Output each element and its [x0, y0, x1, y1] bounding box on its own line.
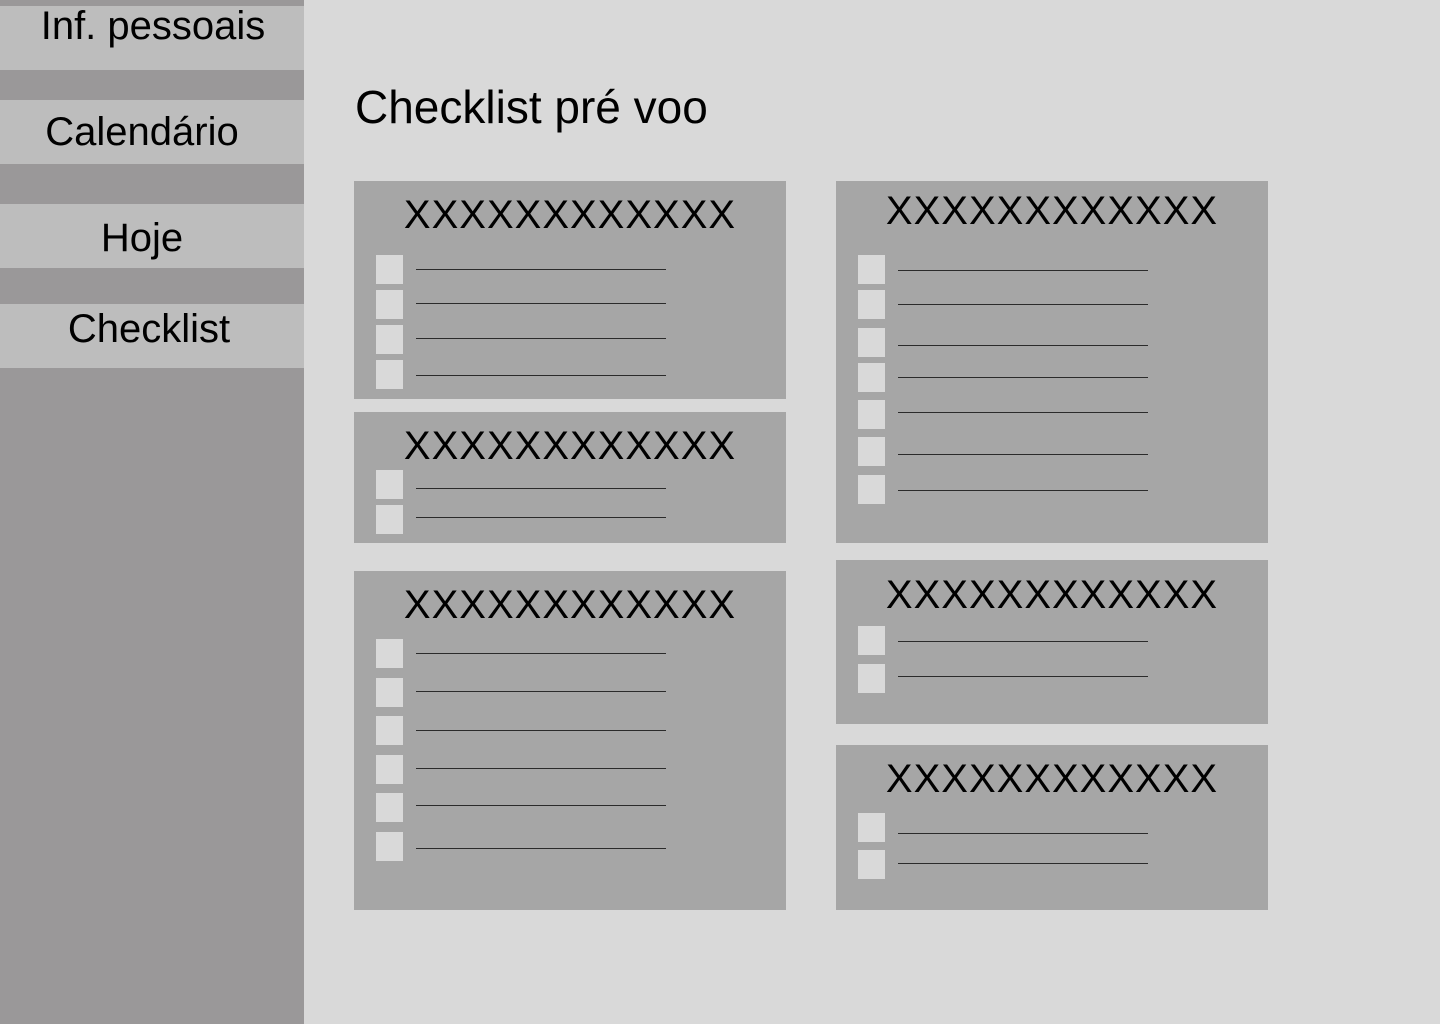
sidebar: Inf. pessoais Calendário Hoje Checklist — [0, 0, 304, 1024]
checklist-item-line — [898, 345, 1148, 346]
sidebar-item-label: Hoje — [100, 215, 184, 260]
checklist-item-line — [416, 848, 666, 849]
checklist-checkbox[interactable] — [376, 716, 403, 745]
checklist-item-line — [898, 412, 1148, 413]
checklist-checkbox[interactable] — [376, 470, 403, 499]
checklist-card: XXXXXXXXXXXX — [836, 181, 1268, 543]
checklist-item-line — [416, 269, 666, 270]
checklist-item-line — [416, 805, 666, 806]
checklist-item-line — [898, 454, 1148, 455]
checklist-item-line — [898, 676, 1148, 677]
checklist-card: XXXXXXXXXXXX — [354, 412, 786, 543]
checklist-item-line — [898, 377, 1148, 378]
checklist-checkbox[interactable] — [376, 678, 403, 707]
checklist-item-line — [416, 768, 666, 769]
checklist-checkbox[interactable] — [858, 328, 885, 357]
checklist-checkbox[interactable] — [858, 813, 885, 842]
checklist-card: XXXXXXXXXXXX — [836, 745, 1268, 910]
checklist-item-line — [416, 338, 666, 339]
checklist-item-line — [416, 653, 666, 654]
checklist-checkbox[interactable] — [376, 639, 403, 668]
card-title: XXXXXXXXXXXX — [885, 757, 1219, 801]
checklist-item-line — [898, 833, 1148, 834]
checklist-checkbox[interactable] — [376, 505, 403, 534]
checklist-checkbox[interactable] — [376, 325, 403, 354]
checklist-card: XXXXXXXXXXXX — [354, 571, 786, 910]
checklist-checkbox[interactable] — [376, 832, 403, 861]
checklist-item-line — [416, 730, 666, 731]
checklist-item-line — [898, 641, 1148, 642]
checklist-card: XXXXXXXXXXXX — [836, 560, 1268, 724]
sidebar-item-checklist[interactable]: Checklist — [0, 304, 304, 368]
checklist-checkbox[interactable] — [376, 755, 403, 784]
card-title: XXXXXXXXXXXX — [403, 193, 737, 237]
checklist-item-line — [416, 691, 666, 692]
sidebar-item-calendar[interactable]: Calendário — [0, 100, 304, 164]
checklist-checkbox[interactable] — [858, 626, 885, 655]
sidebar-item-today[interactable]: Hoje — [0, 204, 304, 268]
checklist-item-line — [416, 303, 666, 304]
checklist-checkbox[interactable] — [858, 437, 885, 466]
sidebar-item-label: Calendário — [45, 109, 239, 154]
checklist-item-line — [898, 304, 1148, 305]
checklist-checkbox[interactable] — [376, 255, 403, 284]
checklist-checkbox[interactable] — [858, 363, 885, 392]
checklist-checkbox[interactable] — [858, 255, 885, 284]
checklist-item-line — [416, 488, 666, 489]
checklist-checkbox[interactable] — [376, 360, 403, 389]
card-title: XXXXXXXXXXXX — [403, 583, 737, 627]
checklist-item-line — [416, 517, 666, 518]
card-title: XXXXXXXXXXXX — [885, 573, 1219, 617]
sidebar-item-label: Checklist — [67, 306, 231, 351]
sidebar-item-personal-info[interactable]: Inf. pessoais — [0, 3, 304, 70]
checklist-item-line — [898, 490, 1148, 491]
checklist-checkbox[interactable] — [376, 793, 403, 822]
checklist-checkbox[interactable] — [858, 475, 885, 504]
checklist-checkbox[interactable] — [376, 290, 403, 319]
checklist-checkbox[interactable] — [858, 664, 885, 693]
sidebar-item-label: Inf. pessoais — [40, 3, 266, 48]
card-title: XXXXXXXXXXXX — [403, 424, 737, 468]
checklist-checkbox[interactable] — [858, 850, 885, 879]
checklist-card: XXXXXXXXXXXX — [354, 181, 786, 399]
checklist-checkbox[interactable] — [858, 400, 885, 429]
checklist-item-line — [898, 270, 1148, 271]
checklist-item-line — [416, 375, 666, 376]
page-title: Checklist pré voo — [355, 81, 708, 133]
checklist-checkbox[interactable] — [858, 290, 885, 319]
checklist-item-line — [898, 863, 1148, 864]
card-title: XXXXXXXXXXXX — [885, 189, 1219, 233]
